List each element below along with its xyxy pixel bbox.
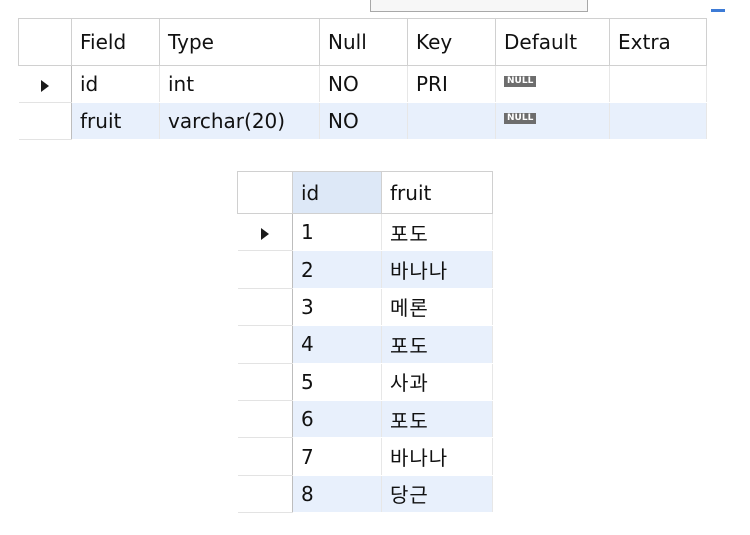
cell-id[interactable]: 3 bbox=[292, 288, 382, 327]
row-header[interactable] bbox=[18, 65, 72, 103]
table-row[interactable]: 8 당근 bbox=[237, 475, 493, 514]
horizontal-scrollbar[interactable] bbox=[370, 0, 588, 12]
schema-header-row: Field Type Null Key Default Extra bbox=[18, 18, 707, 66]
table-row[interactable]: 6 포도 bbox=[237, 400, 493, 439]
cell-fruit[interactable]: 바나나 bbox=[381, 437, 493, 476]
cell-id[interactable]: 8 bbox=[292, 475, 382, 514]
result-header-row: id fruit bbox=[237, 171, 493, 214]
null-badge: NULL bbox=[504, 113, 537, 124]
row-header[interactable] bbox=[237, 475, 293, 514]
current-row-arrow-icon bbox=[260, 227, 269, 240]
cell-null[interactable]: NO bbox=[319, 102, 408, 140]
cell-default[interactable]: NULL bbox=[495, 65, 610, 103]
cell-id[interactable]: 7 bbox=[292, 437, 382, 476]
column-header-field[interactable]: Field bbox=[71, 18, 160, 66]
cell-extra[interactable] bbox=[609, 65, 707, 103]
cell-key[interactable]: PRI bbox=[407, 65, 496, 103]
window-edge-accent bbox=[711, 9, 725, 12]
column-header-type[interactable]: Type bbox=[159, 18, 320, 66]
cell-id[interactable]: 2 bbox=[292, 250, 382, 289]
row-header[interactable] bbox=[237, 325, 293, 364]
row-header[interactable] bbox=[237, 288, 293, 327]
row-header[interactable] bbox=[18, 102, 72, 140]
table-row[interactable]: id int NO PRI NULL bbox=[18, 65, 707, 103]
column-header-null[interactable]: Null bbox=[319, 18, 408, 66]
table-row[interactable]: fruit varchar(20) NO NULL bbox=[18, 102, 707, 140]
cell-fruit[interactable]: 사과 bbox=[381, 363, 493, 401]
cell-key[interactable] bbox=[407, 102, 496, 140]
cell-id[interactable]: 1 bbox=[292, 213, 382, 252]
table-row[interactable]: 5 사과 bbox=[237, 363, 493, 401]
row-header-corner[interactable] bbox=[237, 171, 293, 214]
column-header-default[interactable]: Default bbox=[495, 18, 610, 66]
cell-field[interactable]: id bbox=[71, 65, 160, 103]
row-header[interactable] bbox=[237, 250, 293, 289]
cell-field[interactable]: fruit bbox=[71, 102, 160, 140]
cell-null[interactable]: NO bbox=[319, 65, 408, 103]
row-header[interactable] bbox=[237, 400, 293, 439]
cell-fruit[interactable]: 바나나 bbox=[381, 250, 493, 289]
schema-grid: Field Type Null Key Default Extra id int… bbox=[18, 18, 707, 140]
column-header-id[interactable]: id bbox=[292, 171, 382, 214]
column-header-extra[interactable]: Extra bbox=[609, 18, 707, 66]
cell-fruit[interactable]: 당근 bbox=[381, 475, 493, 514]
row-header[interactable] bbox=[237, 363, 293, 401]
cell-fruit[interactable]: 포도 bbox=[381, 400, 493, 439]
table-row[interactable]: 7 바나나 bbox=[237, 437, 493, 476]
cell-type[interactable]: int bbox=[159, 65, 320, 103]
table-row[interactable]: 4 포도 bbox=[237, 325, 493, 364]
null-badge: NULL bbox=[504, 76, 537, 87]
cell-fruit[interactable]: 메론 bbox=[381, 288, 493, 327]
cell-default[interactable]: NULL bbox=[495, 102, 610, 140]
row-header-corner[interactable] bbox=[18, 18, 72, 66]
column-header-key[interactable]: Key bbox=[407, 18, 496, 66]
cell-fruit[interactable]: 포도 bbox=[381, 325, 493, 364]
column-header-fruit[interactable]: fruit bbox=[381, 171, 493, 214]
row-header[interactable] bbox=[237, 437, 293, 476]
cell-id[interactable]: 6 bbox=[292, 400, 382, 439]
cell-id[interactable]: 4 bbox=[292, 325, 382, 364]
cell-type[interactable]: varchar(20) bbox=[159, 102, 320, 140]
cell-extra[interactable] bbox=[609, 102, 707, 140]
table-row[interactable]: 1 포도 bbox=[237, 213, 493, 252]
cell-id[interactable]: 5 bbox=[292, 363, 382, 401]
table-row[interactable]: 3 메론 bbox=[237, 288, 493, 327]
table-row[interactable]: 2 바나나 bbox=[237, 250, 493, 289]
row-header[interactable] bbox=[237, 213, 293, 252]
result-grid: id fruit 1 포도 2 바나나 3 메론 4 포도 5 사과 6 포도 … bbox=[237, 171, 493, 514]
current-row-arrow-icon bbox=[40, 79, 49, 92]
cell-fruit[interactable]: 포도 bbox=[381, 213, 493, 252]
